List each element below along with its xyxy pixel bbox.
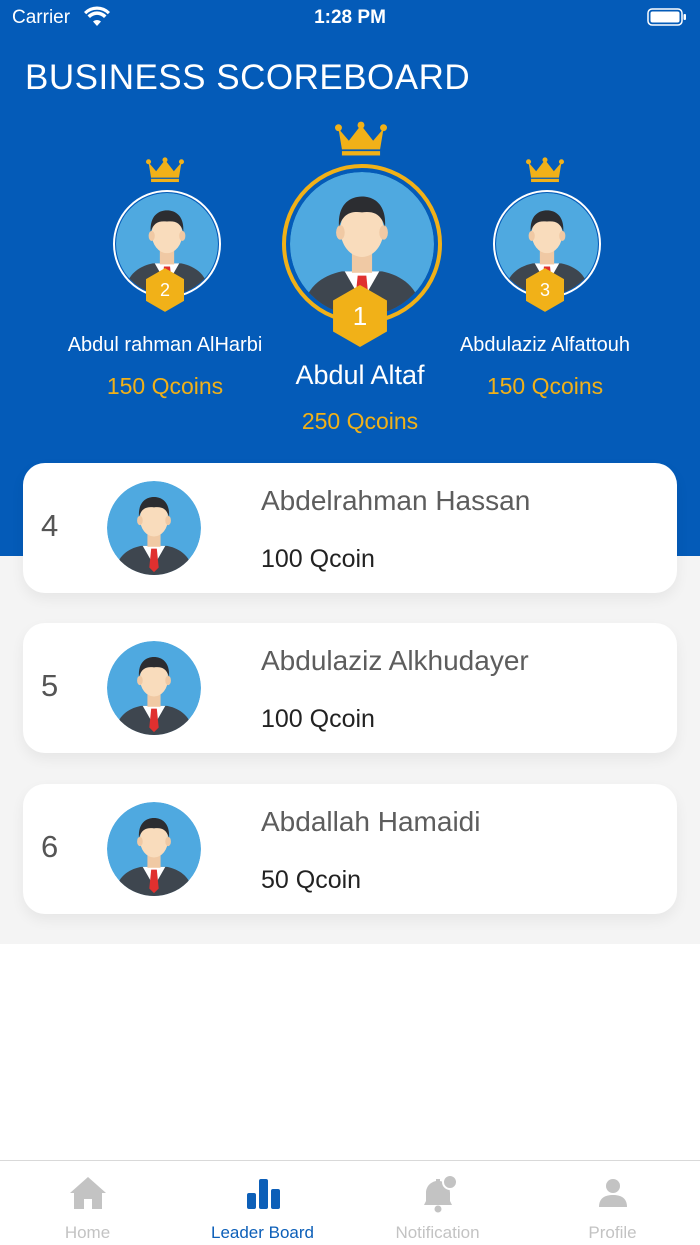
tab-profile[interactable]: Profile xyxy=(525,1161,700,1245)
status-time: 1:28 PM xyxy=(314,7,386,28)
player-score: 50 Qcoin xyxy=(261,866,362,894)
player-score: 100 Qcoin xyxy=(261,705,375,733)
player-score: 150 Qcoins xyxy=(486,373,604,399)
crown-icon xyxy=(526,157,564,183)
tab-bar: Home Leader Board Notification Profile xyxy=(0,1160,700,1245)
battery-icon xyxy=(647,8,686,26)
player-name: Abdul rahman AlHarbi xyxy=(67,334,263,356)
tab-label: Profile xyxy=(588,1223,637,1242)
bell-icon xyxy=(424,1174,458,1213)
rank-number: 2 xyxy=(159,280,170,300)
tab-home[interactable]: Home xyxy=(0,1161,175,1245)
rank-number: 1 xyxy=(352,301,368,331)
player-name: Abdulaziz Alfattouh xyxy=(459,334,631,356)
home-icon xyxy=(70,1177,106,1209)
person-icon xyxy=(599,1179,627,1207)
player-score: 250 Qcoins xyxy=(301,408,419,434)
rank-badge: 3 xyxy=(526,268,564,312)
rank-number: 5 xyxy=(41,668,59,703)
tab-label: Leader Board xyxy=(210,1223,315,1242)
rank-number: 3 xyxy=(539,280,550,300)
leaderboard-row[interactable]: 5 Abdulaziz Alkhudayer 100 Qcoin xyxy=(23,623,677,753)
leaderboard-row[interactable]: 6 Abdallah Hamaidi 50 Qcoin xyxy=(23,784,677,914)
tab-leader-board[interactable]: Leader Board xyxy=(175,1161,350,1245)
status-bar: Carrier 1:28 PM xyxy=(0,0,700,36)
page-title: BUSINESS SCOREBOARD xyxy=(25,58,471,97)
crown-icon xyxy=(335,121,387,157)
leaderboard-icon xyxy=(247,1179,280,1209)
player-name: Abdelrahman Hassan xyxy=(261,485,531,516)
rank-badge: 1 xyxy=(333,285,387,347)
avatar xyxy=(107,641,201,735)
tab-notification[interactable]: Notification xyxy=(350,1161,525,1245)
player-name: Abdallah Hamaidi xyxy=(261,806,481,837)
avatar xyxy=(107,481,201,575)
player-name: Abdulaziz Alkhudayer xyxy=(261,645,529,676)
rank-number: 6 xyxy=(41,829,59,864)
tab-label: Notification xyxy=(395,1223,480,1242)
rank-badge: 2 xyxy=(146,268,184,312)
crown-icon xyxy=(146,157,184,183)
tab-label: Home xyxy=(64,1223,111,1242)
rank-number: 4 xyxy=(41,508,59,543)
avatar xyxy=(107,802,201,896)
leaderboard-row[interactable]: 4 Abdelrahman Hassan 100 Qcoin xyxy=(23,463,677,593)
player-score: 100 Qcoin xyxy=(261,545,375,573)
